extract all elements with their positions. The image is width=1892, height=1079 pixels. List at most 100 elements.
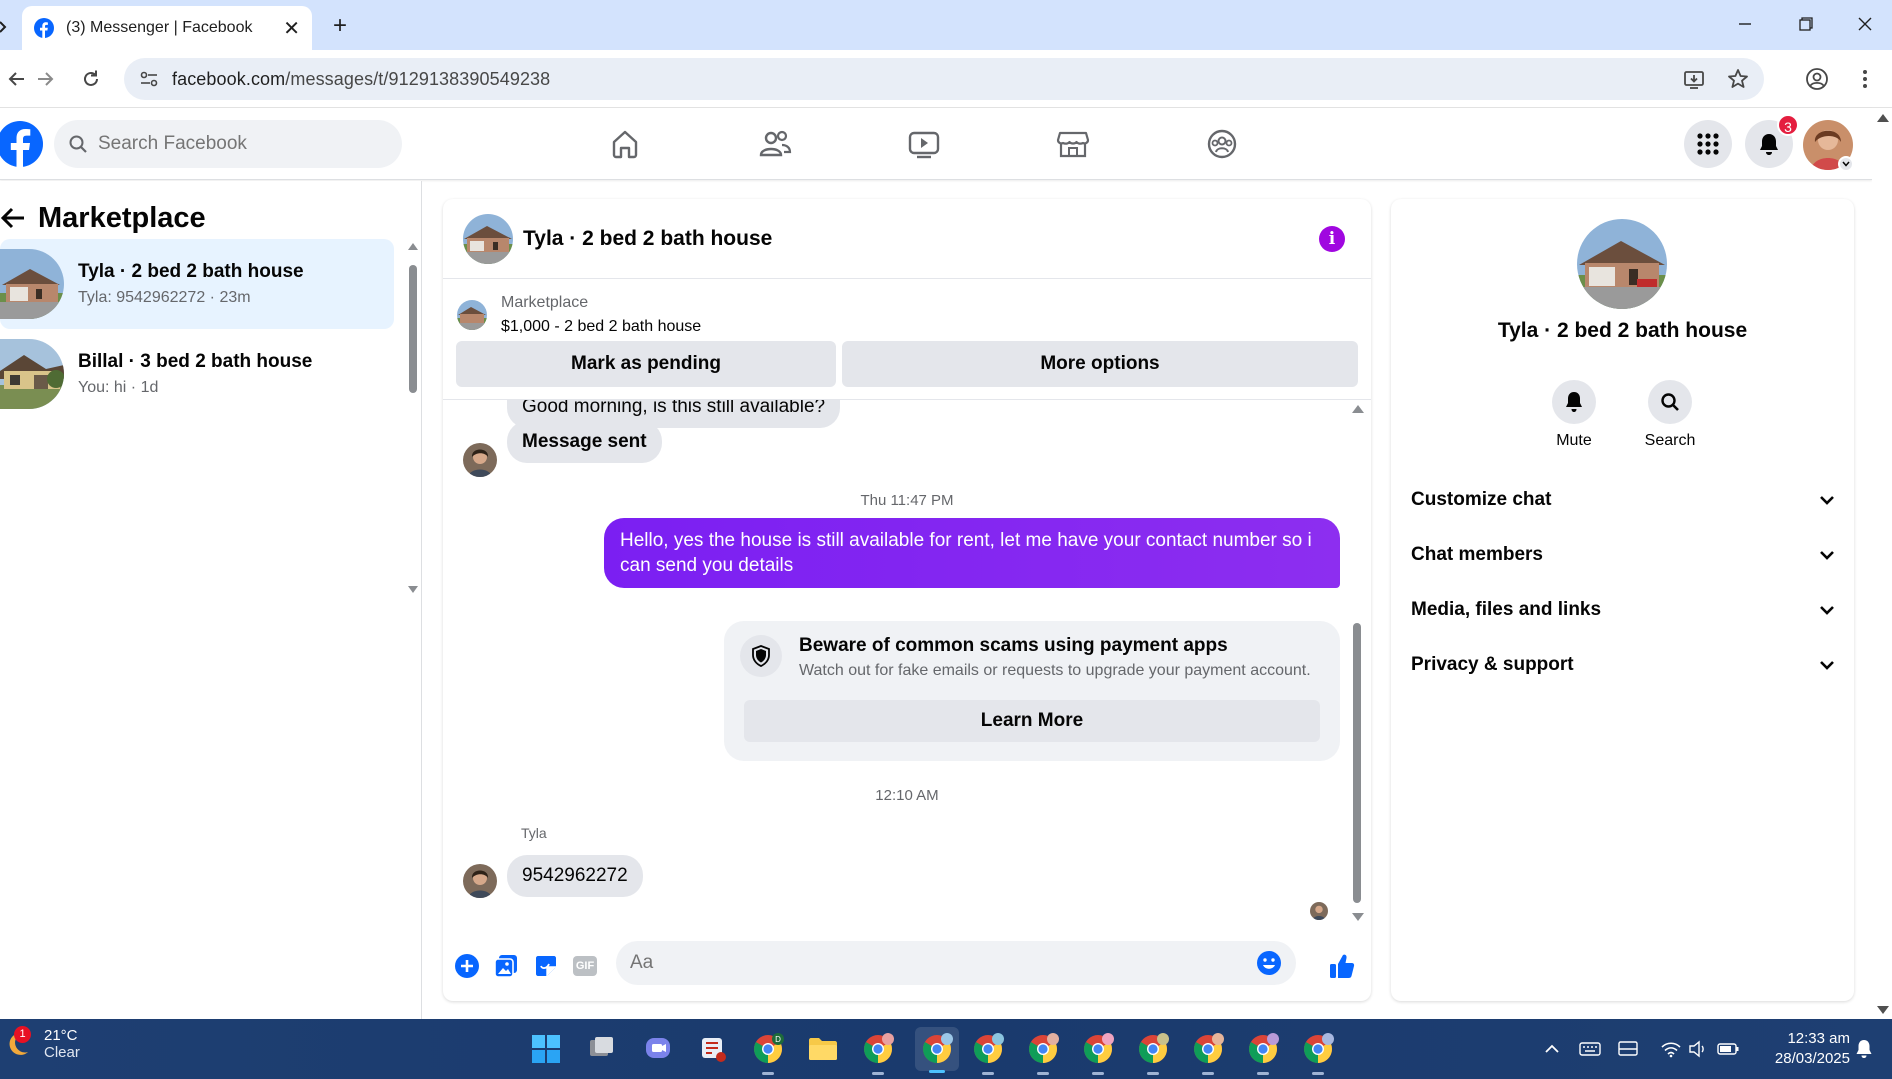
minimize-button[interactable]: [1725, 8, 1765, 40]
close-window-button[interactable]: [1845, 8, 1885, 40]
notification-bell-icon[interactable]: [1852, 1037, 1876, 1061]
snipping-tool-icon[interactable]: [695, 1031, 731, 1067]
friends-icon[interactable]: [755, 124, 795, 164]
scrollbar-thumb[interactable]: [409, 265, 417, 393]
page-scrollbar[interactable]: [1872, 108, 1892, 1020]
info-icon[interactable]: i: [1319, 226, 1345, 252]
task-view-icon[interactable]: [584, 1031, 620, 1067]
forward-arrow-icon[interactable]: [28, 62, 62, 96]
marketplace-title: Marketplace: [38, 201, 206, 234]
message-input-box[interactable]: [616, 941, 1296, 985]
bell-icon[interactable]: [1552, 380, 1596, 424]
chat-members-row[interactable]: Chat members: [1411, 532, 1835, 578]
conversation-header[interactable]: Tyla · 2 bed 2 bath house i: [443, 199, 1371, 279]
gif-icon[interactable]: GIF: [570, 951, 600, 981]
chrome-active-profile-icon[interactable]: [915, 1027, 959, 1073]
facebook-logo-icon[interactable]: [0, 118, 44, 170]
search-action[interactable]: Search: [1630, 380, 1710, 450]
chevron-down-icon: [1820, 606, 1834, 615]
more-options-button[interactable]: More options: [842, 341, 1358, 387]
wifi-icon[interactable]: [1659, 1037, 1683, 1061]
restore-button[interactable]: [1786, 8, 1826, 40]
customize-chat-row[interactable]: Customize chat: [1411, 477, 1835, 523]
address-bar[interactable]: facebook.com/messages/t/9129138390549238: [124, 58, 1764, 100]
keyboard-icon[interactable]: [1578, 1037, 1602, 1061]
tab-search-chevron-icon[interactable]: [0, 10, 10, 40]
chrome-profile-d-icon[interactable]: D: [750, 1031, 786, 1075]
chrome-profile-icon[interactable]: [1300, 1031, 1336, 1075]
display-icon[interactable]: [1616, 1037, 1640, 1061]
message-input[interactable]: [630, 952, 1256, 974]
scroll-down-arrow-icon[interactable]: [1352, 913, 1364, 921]
facebook-search-input[interactable]: [98, 133, 378, 155]
read-receipt-avatar: [1310, 902, 1328, 920]
marketplace-icon[interactable]: [1053, 124, 1093, 164]
battery-icon[interactable]: [1716, 1037, 1740, 1061]
video-icon[interactable]: [904, 124, 944, 164]
tab-close-icon[interactable]: ✕: [283, 16, 300, 41]
back-arrow-icon[interactable]: [0, 205, 26, 231]
url-text[interactable]: facebook.com/messages/t/9129138390549238: [172, 69, 1662, 90]
browser-menu-icon[interactable]: [1848, 62, 1882, 96]
home-icon[interactable]: [605, 124, 645, 164]
chat-item-tyla[interactable]: Tyla · 2 bed 2 bath house Tyla: 95429622…: [0, 239, 394, 329]
bookmark-star-icon[interactable]: [1726, 67, 1750, 91]
chat-list-scrollbar[interactable]: [406, 241, 420, 593]
chrome-profile-icon[interactable]: [860, 1031, 896, 1075]
details-conversation-name: Tyla · 2 bed 2 bath house: [1497, 319, 1748, 342]
scrollbar-thumb[interactable]: [1353, 623, 1361, 903]
chrome-profile-icon[interactable]: [970, 1031, 1006, 1075]
svg-text:D: D: [775, 1035, 781, 1044]
weather-widget[interactable]: 1 21°C Clear: [8, 1026, 80, 1061]
windows-start-icon[interactable]: [528, 1031, 564, 1067]
browser-tab-messenger[interactable]: (3) Messenger | Facebook ✕: [22, 6, 312, 50]
message-scrollbar[interactable]: [1350, 403, 1364, 923]
chrome-profile-icon[interactable]: [1080, 1031, 1116, 1075]
scroll-down-arrow-icon[interactable]: [408, 586, 418, 593]
scroll-down-arrow-icon[interactable]: [1877, 1006, 1889, 1014]
learn-more-button[interactable]: Learn More: [744, 700, 1320, 742]
house-thumbnail: [0, 249, 64, 319]
site-info-icon[interactable]: [138, 68, 160, 90]
groups-icon[interactable]: [1202, 124, 1242, 164]
privacy-support-row[interactable]: Privacy & support: [1411, 642, 1835, 688]
mute-action[interactable]: Mute: [1534, 380, 1614, 450]
mark-as-pending-button[interactable]: Mark as pending: [456, 341, 836, 387]
scam-warning-title: Beware of common scams using payment app…: [799, 635, 1228, 656]
photo-icon[interactable]: [491, 951, 521, 981]
volume-icon[interactable]: [1686, 1037, 1710, 1061]
search-icon[interactable]: [1648, 380, 1692, 424]
listing-thumbnail: [457, 300, 487, 330]
file-explorer-icon[interactable]: [805, 1031, 841, 1067]
message-timestamp: Thu 11:47 PM: [860, 492, 954, 509]
emoji-icon[interactable]: [1256, 950, 1282, 976]
profile-icon[interactable]: [1800, 62, 1834, 96]
chrome-profile-icon[interactable]: [1190, 1031, 1226, 1075]
scroll-up-arrow-icon[interactable]: [1877, 114, 1889, 122]
teams-chat-icon[interactable]: [640, 1031, 676, 1067]
chat-item-billal[interactable]: Billal · 3 bed 2 bath house You: hi · 1d: [0, 329, 394, 419]
outgoing-message-bubble: Hello, yes the house is still available …: [604, 518, 1340, 588]
house-thumbnail: [0, 339, 64, 409]
thumbs-up-icon[interactable]: [1327, 951, 1357, 981]
show-hidden-icons-chevron-up-icon[interactable]: [1540, 1037, 1564, 1061]
marketplace-listing-banner[interactable]: Marketplace $1,000 - 2 bed 2 bath house: [457, 289, 1357, 341]
install-app-icon[interactable]: [1682, 67, 1706, 91]
notifications-button[interactable]: 3: [1745, 114, 1799, 168]
new-tab-button[interactable]: +: [326, 12, 354, 40]
facebook-favicon-icon: [34, 18, 54, 38]
chrome-profile-icon[interactable]: [1245, 1031, 1281, 1075]
reload-icon[interactable]: [74, 62, 108, 96]
scroll-up-arrow-icon[interactable]: [408, 243, 418, 250]
facebook-search-box[interactable]: [54, 120, 402, 168]
chrome-profile-icon[interactable]: [1135, 1031, 1171, 1075]
menu-grid-button[interactable]: [1684, 120, 1732, 168]
media-files-links-row[interactable]: Media, files and links: [1411, 587, 1835, 633]
plus-circle-icon[interactable]: [452, 951, 482, 981]
chrome-profile-icon[interactable]: [1025, 1031, 1061, 1075]
message-sent-notice: Message sent: [507, 421, 662, 463]
sticker-icon[interactable]: [531, 951, 561, 981]
account-chevron-down-icon[interactable]: [1838, 156, 1854, 172]
scroll-up-arrow-icon[interactable]: [1352, 405, 1364, 413]
system-clock[interactable]: 12:33 am 28/03/2025: [1750, 1029, 1850, 1069]
